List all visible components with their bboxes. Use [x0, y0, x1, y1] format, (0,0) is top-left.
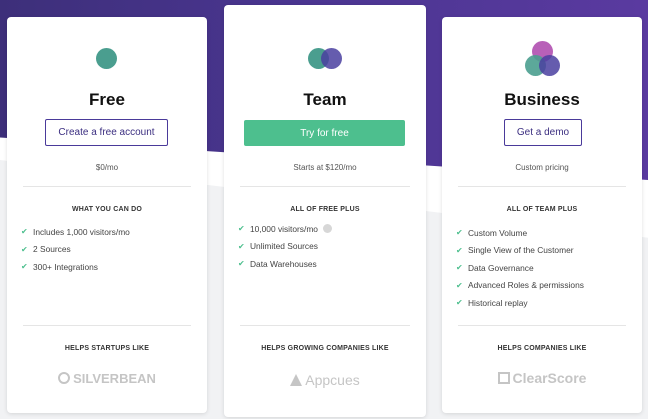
check-icon: ✔ [238, 224, 245, 234]
feature-label: Historical replay [468, 297, 528, 308]
feature-item: ✔ Data Warehouses [238, 255, 332, 273]
feature-item: ✔ Advanced Roles & permissions [456, 277, 584, 295]
check-icon: ✔ [456, 280, 463, 290]
check-icon: ✔ [456, 298, 463, 308]
helps-heading: HELPS STARTUPS LIKE [64, 345, 150, 352]
feature-item: ✔ 2 Sources [21, 241, 130, 259]
plan-price: $0/mo [95, 163, 119, 172]
divider [23, 325, 191, 326]
free-plan-card: Free Create a free account $0/mo WHAT YO… [7, 17, 207, 413]
feature-label: Advanced Roles & permissions [468, 280, 584, 291]
business-plan-logo [442, 41, 642, 79]
features-heading: ALL OF TEAM PLUS [506, 206, 578, 213]
plan-price: Starts at $120/mo [293, 163, 357, 172]
feature-list: ✔ Includes 1,000 visitors/mo ✔ 2 Sources ✔… [21, 223, 130, 276]
feature-item: ✔ 10,000 visitors/mo [238, 220, 332, 238]
indigo-circle-icon [539, 55, 560, 76]
feature-label: Custom Volume [468, 227, 528, 238]
feature-label: 300+ Integrations [33, 261, 98, 272]
feature-label: Includes 1,000 visitors/mo [33, 226, 130, 237]
check-icon: ✔ [456, 228, 463, 238]
feature-item: ✔ Data Governance [456, 259, 584, 277]
feature-item: ✔ Unlimited Sources [238, 238, 332, 256]
feature-list: ✔ 10,000 visitors/mo ✔ Unlimited Sources ✔… [238, 220, 332, 273]
team-plan-card: Team Try for free Starts at $120/mo ALL … [224, 5, 426, 417]
helps-heading: HELPS COMPANIES LIKE [497, 345, 587, 352]
silverbean-icon [58, 372, 71, 384]
feature-item: ✔ Custom Volume [456, 224, 584, 242]
divider [458, 325, 626, 326]
free-plan-logo [7, 48, 207, 70]
plan-title: Team [303, 90, 347, 109]
customer-logo-text: SILVERBEAN [73, 370, 156, 386]
customer-logo-text: ClearScore [512, 370, 587, 386]
check-icon: ✔ [238, 259, 245, 269]
feature-label: 10,000 visitors/mo [250, 223, 318, 234]
indigo-circle-icon [321, 48, 342, 69]
business-plan-card: Business Get a demo Custom pricing ALL O… [442, 17, 642, 413]
clearscore-icon [497, 372, 510, 384]
plan-price: Custom pricing [515, 163, 569, 172]
check-icon: ✔ [238, 241, 245, 251]
feature-label: Single View of the Customer [468, 245, 574, 256]
feature-label: Data Governance [468, 262, 534, 273]
feature-label: Unlimited Sources [250, 241, 318, 252]
clearscore-logo: ClearScore [442, 369, 642, 387]
feature-label: Data Warehouses [250, 258, 317, 269]
feature-item: ✔ Includes 1,000 visitors/mo [21, 223, 130, 241]
helps-heading: HELPS GROWING COMPANIES LIKE [261, 345, 389, 352]
plan-title: Business [504, 90, 580, 109]
check-icon: ✔ [21, 262, 28, 272]
features-heading: ALL OF FREE PLUS [290, 206, 360, 213]
features-heading: WHAT YOU CAN DO [71, 206, 143, 213]
teal-circle-icon [96, 48, 117, 69]
appcues-icon [290, 374, 303, 386]
check-icon: ✔ [456, 263, 463, 273]
divider [458, 186, 626, 187]
feature-list: ✔ Custom Volume ✔ Single View of the Custo… [456, 224, 584, 312]
plan-title: Free [89, 90, 125, 109]
silverbean-logo: SILVERBEAN [7, 369, 207, 387]
feature-label: 2 Sources [33, 244, 71, 255]
check-icon: ✔ [456, 245, 463, 255]
check-icon: ✔ [21, 227, 28, 237]
divider [240, 325, 410, 326]
feature-item: ✔ Historical replay [456, 294, 584, 312]
feature-item: ✔ 300+ Integrations [21, 258, 130, 276]
appcues-logo: Appcues [224, 371, 426, 389]
get-a-demo-button[interactable]: Get a demo [504, 119, 582, 146]
divider [23, 186, 191, 187]
divider [240, 186, 410, 187]
customer-logo-text: Appcues [305, 372, 360, 388]
create-free-account-button[interactable]: Create a free account [45, 119, 168, 146]
try-for-free-button[interactable]: Try for free [244, 120, 405, 146]
check-icon: ✔ [21, 244, 28, 254]
feature-item: ✔ Single View of the Customer [456, 242, 584, 260]
team-plan-logo [224, 48, 426, 70]
info-icon[interactable] [322, 224, 332, 234]
